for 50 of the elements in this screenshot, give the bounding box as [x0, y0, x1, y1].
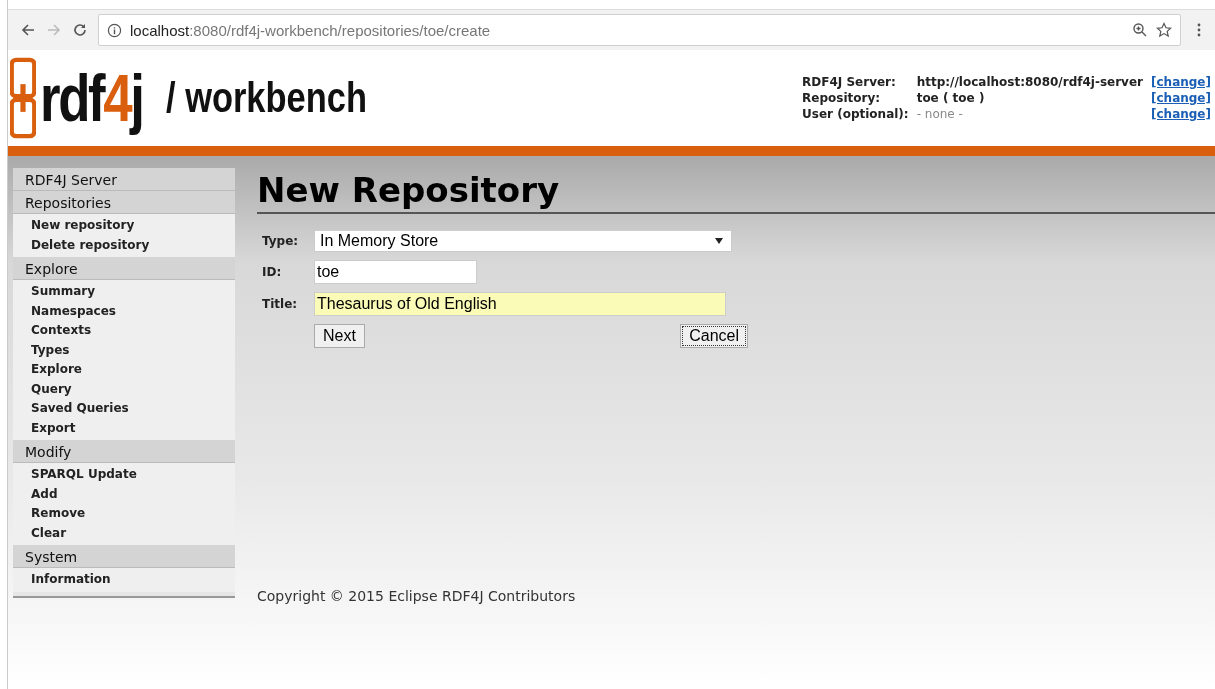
sidebar-heading[interactable]: Modify [13, 440, 235, 463]
logo-text: rdf4j [40, 60, 143, 136]
sidebar-item[interactable]: Clear [13, 523, 235, 543]
sidebar-item[interactable]: Remove [13, 504, 235, 524]
form-button[interactable]: Next [314, 324, 365, 348]
sidebar-heading[interactable]: Repositories [13, 191, 235, 214]
info-value: toe ( toe ) [916, 91, 986, 105]
copyright-text: Copyright © 2015 Eclipse RDF4J Contributors [257, 588, 577, 604]
info-label: RDF4J Server: [802, 75, 897, 89]
info-icon[interactable] [107, 22, 122, 38]
address-bar[interactable]: localhost:8080/rdf4j-workbench/repositories/toe/create [98, 14, 1181, 46]
sidebar-item[interactable]: Contexts [13, 321, 235, 341]
info-label: User (optional): [802, 107, 909, 121]
app-subtitle: / workbench [166, 74, 367, 122]
sidebar-heading[interactable]: RDF4J Server [13, 168, 235, 191]
change-link[interactable]: [change] [1151, 75, 1211, 89]
sidebar-item[interactable]: Explore [13, 360, 235, 380]
sidebar-heading[interactable]: System [13, 545, 235, 568]
dropdown-arrow-icon [715, 238, 723, 244]
back-icon[interactable] [20, 22, 36, 38]
chain-link-icon [10, 56, 36, 140]
page-title: New Repository [257, 168, 1215, 214]
sidebar-item[interactable]: Namespaces [13, 301, 235, 321]
field-label: Type: [262, 234, 300, 248]
field-label: Title: [262, 297, 299, 311]
id-field[interactable]: toe [314, 260, 477, 284]
sidebar-heading[interactable]: Explore [13, 257, 235, 280]
info-value: - none - [916, 107, 964, 121]
info-value: http://localhost:8080/rdf4j-server [916, 75, 1143, 89]
change-link[interactable]: [change] [1151, 107, 1211, 121]
form-button[interactable]: Cancel [680, 324, 748, 348]
sidebar-item[interactable]: Types [13, 340, 235, 360]
url-text: localhost:8080/rdf4j-workbench/repositories/toe/create [130, 21, 491, 39]
sidebar-item[interactable]: New repository [13, 216, 235, 236]
type-select[interactable]: In Memory Store [314, 230, 732, 252]
sidebar-item[interactable]: Summary [13, 282, 235, 302]
sidebar-item[interactable]: Add [13, 484, 235, 504]
sidebar-item[interactable]: Information [13, 570, 235, 590]
zoom-icon[interactable] [1132, 22, 1148, 38]
sidebar-item[interactable]: Delete repository [13, 235, 235, 255]
title-field[interactable]: Thesaurus of Old English [314, 292, 726, 316]
field-label: ID: [262, 265, 283, 279]
star-icon[interactable] [1156, 22, 1172, 38]
sidebar-item[interactable]: SPARQL Update [13, 465, 235, 485]
sidebar-item[interactable]: Export [13, 418, 235, 438]
sidebar-item[interactable]: Saved Queries [13, 399, 235, 419]
change-link[interactable]: [change] [1151, 91, 1211, 105]
info-label: Repository: [802, 91, 882, 105]
sidebar-item[interactable]: Query [13, 379, 235, 399]
reload-icon[interactable] [72, 22, 88, 38]
